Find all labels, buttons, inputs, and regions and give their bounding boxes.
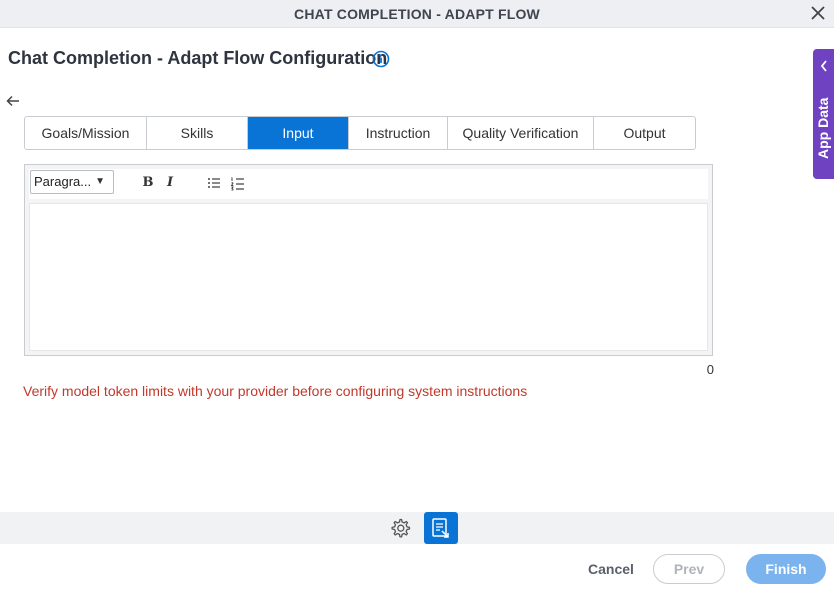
tab-instruction[interactable]: Instruction (349, 117, 448, 149)
document-picker-icon (432, 518, 449, 538)
token-limit-warning: Verify model token limits with your prov… (23, 383, 528, 399)
page-title: Chat Completion - Adapt Flow Configurati… (8, 48, 388, 68)
tab-skills[interactable]: Skills (147, 117, 248, 149)
data-picker-button[interactable] (424, 512, 458, 544)
info-icon[interactable] (372, 50, 390, 68)
tab-bar: Goals/Mission Skills Input Instruction Q… (24, 116, 696, 150)
back-arrow-icon[interactable] (5, 93, 21, 109)
close-icon[interactable] (809, 4, 827, 22)
app-data-panel-toggle[interactable]: App Data (813, 49, 834, 179)
bold-button[interactable]: B (139, 174, 157, 192)
paragraph-format-select[interactable]: Paragra... ▼ (30, 170, 114, 194)
tab-goals-mission[interactable]: Goals/Mission (25, 117, 147, 149)
italic-button[interactable]: I (161, 174, 179, 192)
editor-toolbar: Paragra... ▼ B I (29, 169, 708, 199)
editor-content-area[interactable] (29, 203, 708, 351)
tab-input[interactable]: Input (248, 117, 349, 149)
prev-button[interactable]: Prev (653, 554, 725, 584)
tab-output[interactable]: Output (594, 117, 695, 149)
paragraph-format-value: Paragra... (34, 174, 92, 189)
chevron-down-icon: ▼ (95, 176, 105, 187)
finish-button[interactable]: Finish (746, 554, 826, 584)
numbered-list-icon[interactable] (229, 174, 247, 192)
window-title: CHAT COMPLETION - ADAPT FLOW (294, 6, 540, 22)
gear-icon[interactable] (389, 517, 411, 539)
bottom-toolbar (0, 512, 834, 544)
title-bar: CHAT COMPLETION - ADAPT FLOW (0, 0, 834, 28)
app-data-label: App Data (815, 97, 831, 159)
character-counter: 0 (706, 362, 714, 377)
bulleted-list-icon[interactable] (205, 174, 223, 192)
tab-quality-verification[interactable]: Quality Verification (448, 117, 594, 149)
rich-text-editor: Paragra... ▼ B I (24, 164, 713, 356)
cancel-button[interactable]: Cancel (582, 554, 640, 584)
